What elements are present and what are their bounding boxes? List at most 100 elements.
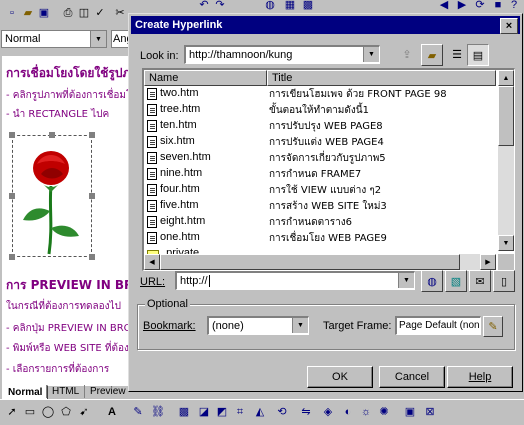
tab-preview[interactable]: Preview bbox=[84, 385, 131, 398]
details-view-icon[interactable]: ▤ bbox=[467, 44, 489, 66]
list-item[interactable]: six.htm การปรับแต่ง WEB PAGE4 bbox=[144, 134, 499, 150]
close-icon[interactable]: × bbox=[500, 18, 518, 34]
hotspot-icon[interactable]: ➹ bbox=[76, 404, 92, 420]
wash-out-icon[interactable]: ▣ bbox=[402, 404, 418, 420]
list-item[interactable]: eight.htm การกำหนดตาราง6 bbox=[144, 214, 499, 230]
rose-image[interactable] bbox=[12, 135, 92, 257]
crop-icon[interactable]: ⌗ bbox=[232, 404, 248, 420]
spelling-icon[interactable]: ✓ bbox=[92, 5, 108, 21]
cancel-button[interactable]: Cancel bbox=[379, 366, 445, 388]
resize-handle[interactable] bbox=[9, 254, 15, 260]
scroll-down-icon[interactable]: ▼ bbox=[498, 235, 514, 251]
url-label: URL: bbox=[140, 276, 166, 288]
resize-handle[interactable] bbox=[89, 193, 95, 199]
help-button[interactable]: Help bbox=[447, 366, 513, 388]
back-icon[interactable]: ◀ bbox=[436, 0, 452, 13]
contrast-icon[interactable]: ◪ bbox=[196, 404, 212, 420]
vertical-scrollbar[interactable]: ▲ ▼ bbox=[498, 70, 514, 251]
rectangle-tool-icon[interactable]: ▭ bbox=[22, 404, 38, 420]
chevron-down-icon[interactable]: ▼ bbox=[398, 273, 414, 288]
url-input[interactable]: http:// ▼ bbox=[175, 271, 415, 290]
more-brightness-icon[interactable]: ☼ bbox=[358, 404, 374, 420]
file-list[interactable]: Name Title two.htm การเขียนโฮมเพจ ด้วย FR… bbox=[142, 68, 515, 271]
editor-document[interactable]: การเชื่อมโยงโดยใช้รูปภ - คลิกรูปภาพที่ต้… bbox=[2, 56, 130, 386]
polygon-tool-icon[interactable]: ⬠ bbox=[58, 404, 74, 420]
resize-handle[interactable] bbox=[89, 132, 95, 138]
new-folder-icon[interactable]: ▰ bbox=[421, 44, 443, 66]
resize-handle[interactable] bbox=[9, 132, 15, 138]
new-page-icon[interactable]: ▯ bbox=[493, 270, 515, 292]
table-icon[interactable]: ▦ bbox=[282, 0, 298, 13]
file-title: การปรับปรุง WEB PAGE8 bbox=[269, 121, 383, 132]
file-name: two.htm bbox=[160, 87, 199, 99]
bookmark-select[interactable]: (none) ▼ bbox=[207, 316, 309, 335]
resize-handle[interactable] bbox=[89, 254, 95, 260]
stop-icon[interactable]: ■ bbox=[490, 0, 506, 13]
resize-handle[interactable] bbox=[49, 132, 55, 138]
chevron-down-icon[interactable]: ▼ bbox=[90, 31, 106, 47]
undo-icon[interactable]: ↶ bbox=[196, 0, 212, 13]
scroll-thumb[interactable] bbox=[498, 86, 514, 146]
transparent-icon[interactable]: ◭ bbox=[252, 404, 268, 420]
target-frame-field[interactable]: Page Default (none) bbox=[395, 316, 481, 335]
tab-normal[interactable]: Normal bbox=[2, 385, 49, 400]
select-arrow-icon[interactable]: ➚ bbox=[4, 404, 20, 420]
web-icon[interactable]: ◍ bbox=[262, 0, 278, 13]
rotate-left-icon[interactable]: ⟲ bbox=[274, 404, 290, 420]
ok-button[interactable]: OK bbox=[307, 366, 373, 388]
flip-icon[interactable]: ⇋ bbox=[298, 404, 314, 420]
browse-web-icon[interactable]: ◍ bbox=[421, 270, 443, 292]
tab-html-label: HTML bbox=[52, 386, 80, 397]
ellipse-tool-icon[interactable]: ◯ bbox=[40, 404, 56, 420]
style-select[interactable]: Normal ▼ bbox=[1, 30, 107, 48]
email-icon[interactable]: ✉ bbox=[469, 270, 491, 292]
less-brightness-icon[interactable]: ✺ bbox=[376, 404, 392, 420]
doc-text-line: - คลิกปุ่ม PREVIEW IN BRO bbox=[6, 323, 130, 334]
list-item[interactable]: five.htm การสร้าง WEB SITE ใหม่3 bbox=[144, 198, 499, 214]
link-icon[interactable]: ⛓ bbox=[150, 404, 166, 420]
brightness-icon[interactable]: ◩ bbox=[214, 404, 230, 420]
font-select[interactable]: Ang bbox=[111, 30, 129, 48]
new-page-icon[interactable]: ▫ bbox=[4, 5, 20, 21]
list-item[interactable]: ten.htm การปรับปรุง WEB PAGE8 bbox=[144, 118, 499, 134]
look-in-select[interactable]: http://thamnoon/kung ▼ bbox=[184, 45, 380, 64]
image-tool-icon[interactable]: ▩ bbox=[176, 404, 192, 420]
chevron-down-icon[interactable]: ▼ bbox=[363, 47, 379, 62]
list-item[interactable]: tree.htm ขั้นตอนให้ทำตามดังนี้1 bbox=[144, 102, 499, 118]
restore-icon[interactable]: ⊠ bbox=[422, 404, 438, 420]
column-header-name[interactable]: Name bbox=[144, 70, 267, 86]
list-item[interactable]: four.htm การใช้ VIEW แบบต่าง ๆ2 bbox=[144, 182, 499, 198]
save-icon[interactable]: ▣ bbox=[36, 5, 52, 21]
scroll-right-icon[interactable]: ▶ bbox=[480, 254, 496, 270]
scroll-left-icon[interactable]: ◀ bbox=[144, 254, 160, 270]
forward-icon[interactable]: ▶ bbox=[454, 0, 470, 13]
edit-pencil-icon[interactable]: ✎ bbox=[483, 316, 503, 337]
list-item[interactable]: one.htm การเชื่อมโยง WEB PAGE9 bbox=[144, 230, 499, 246]
resize-handle[interactable] bbox=[9, 193, 15, 199]
redo-icon[interactable]: ↷ bbox=[212, 0, 228, 13]
scroll-thumb[interactable] bbox=[160, 254, 460, 270]
browse-file-icon[interactable]: ▧ bbox=[445, 270, 467, 292]
horizontal-scrollbar[interactable]: ◀ ▶ bbox=[144, 254, 496, 270]
up-one-level-icon[interactable]: ⇪ bbox=[397, 44, 417, 64]
refresh-icon[interactable]: ⟳ bbox=[472, 0, 488, 13]
column-header-title[interactable]: Title bbox=[267, 70, 496, 86]
column-title-label: Title bbox=[272, 72, 293, 84]
list-item[interactable]: nine.htm การกำหนด FRAME7 bbox=[144, 166, 499, 182]
chevron-down-icon[interactable]: ▼ bbox=[292, 318, 308, 333]
pencil-icon[interactable]: ✎ bbox=[130, 404, 146, 420]
open-folder-icon[interactable]: ▰ bbox=[20, 5, 36, 21]
print-preview-icon[interactable]: ◫ bbox=[76, 5, 92, 21]
image-icon[interactable]: ▩ bbox=[300, 0, 316, 13]
scroll-up-icon[interactable]: ▲ bbox=[498, 70, 514, 86]
cut-icon[interactable]: ✂ bbox=[112, 5, 128, 21]
text-tool-icon[interactable]: A bbox=[104, 404, 120, 420]
list-item[interactable]: two.htm การเขียนโฮมเพจ ด้วย FRONT PAGE 98 bbox=[144, 86, 499, 102]
tab-html[interactable]: HTML bbox=[46, 385, 84, 398]
black-white-icon[interactable]: ◐ bbox=[340, 404, 356, 420]
bevel-icon[interactable]: ◈ bbox=[320, 404, 336, 420]
list-item[interactable]: seven.htm การจัดการเกี่ยวกับรูปภาพ5 bbox=[144, 150, 499, 166]
help-pointer-icon[interactable]: ? bbox=[506, 0, 522, 13]
list-view-icon[interactable]: ☰ bbox=[447, 44, 467, 64]
print-icon[interactable]: ⎙ bbox=[60, 5, 76, 21]
